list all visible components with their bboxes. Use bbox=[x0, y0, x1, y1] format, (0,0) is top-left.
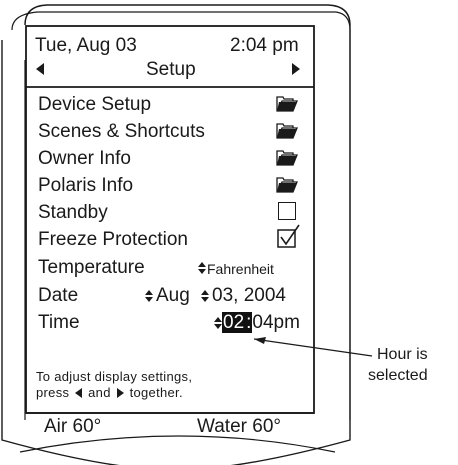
hint-line-2: press and together. bbox=[36, 386, 183, 399]
menu-item-scenes-shortcuts[interactable]: Scenes & Shortcuts bbox=[38, 122, 205, 141]
folder-icon bbox=[276, 96, 298, 112]
folder-icon bbox=[276, 123, 298, 139]
hint-and-text: and bbox=[88, 385, 111, 400]
header-time: 2:04 pm bbox=[230, 35, 299, 56]
day-spinner-icon[interactable] bbox=[201, 290, 209, 302]
left-arrow-icon bbox=[75, 388, 83, 398]
right-arrow-icon bbox=[116, 388, 124, 398]
nav-right-arrow-icon[interactable] bbox=[292, 63, 300, 75]
menu-item-standby[interactable]: Standby bbox=[38, 203, 108, 222]
callout-leader-line bbox=[253, 338, 373, 357]
temperature-label: Temperature bbox=[38, 257, 145, 278]
date-day-year-value[interactable]: 03, 2004 bbox=[212, 286, 286, 305]
water-temperature: Water 60° bbox=[197, 416, 281, 437]
date-label: Date bbox=[38, 285, 79, 306]
date-month-value[interactable]: Aug bbox=[156, 286, 190, 305]
menu-item-polaris-info[interactable]: Polaris Info bbox=[38, 176, 133, 195]
time-label: Time bbox=[38, 312, 80, 333]
time-hour-selected[interactable]: 02 bbox=[222, 312, 246, 333]
callout-line-2: selected bbox=[368, 367, 428, 384]
time-spinner-icon[interactable] bbox=[214, 317, 222, 329]
menu-item-device-setup[interactable]: Device Setup bbox=[38, 95, 151, 114]
time-value[interactable]: 02:04pm bbox=[222, 312, 300, 333]
time-minutes-ampm[interactable]: 04pm bbox=[252, 312, 300, 333]
temperature-spinner-icon[interactable] bbox=[198, 262, 206, 274]
callout-arrowhead bbox=[254, 337, 266, 344]
menu-item-freeze-protection[interactable]: Freeze Protection bbox=[38, 230, 188, 249]
folder-icon bbox=[276, 177, 298, 193]
callout-line-1: Hour is bbox=[377, 346, 428, 363]
freeze-protection-checkbox-checked-icon[interactable] bbox=[277, 223, 301, 248]
air-temperature: Air 60° bbox=[44, 416, 102, 437]
device-bezel-top bbox=[11, 11, 351, 31]
hint-together-text: together. bbox=[129, 385, 183, 400]
remote-screen-figure: Tue, Aug 03 2:04 pm Setup Device Setup S… bbox=[0, 0, 458, 465]
hint-line-1: To adjust display settings, bbox=[36, 369, 193, 384]
hint-press-text: press bbox=[36, 385, 70, 400]
page-title: Setup bbox=[146, 59, 196, 80]
standby-checkbox-unchecked-icon[interactable] bbox=[278, 202, 296, 220]
temperature-value[interactable]: Fahrenheit bbox=[207, 262, 274, 276]
menu-item-owner-info[interactable]: Owner Info bbox=[38, 149, 131, 168]
month-spinner-icon[interactable] bbox=[145, 290, 153, 302]
folder-icon bbox=[276, 150, 298, 166]
nav-left-arrow-icon[interactable] bbox=[36, 63, 44, 75]
device-bottom-curve bbox=[19, 435, 336, 453]
header-date: Tue, Aug 03 bbox=[35, 35, 137, 56]
